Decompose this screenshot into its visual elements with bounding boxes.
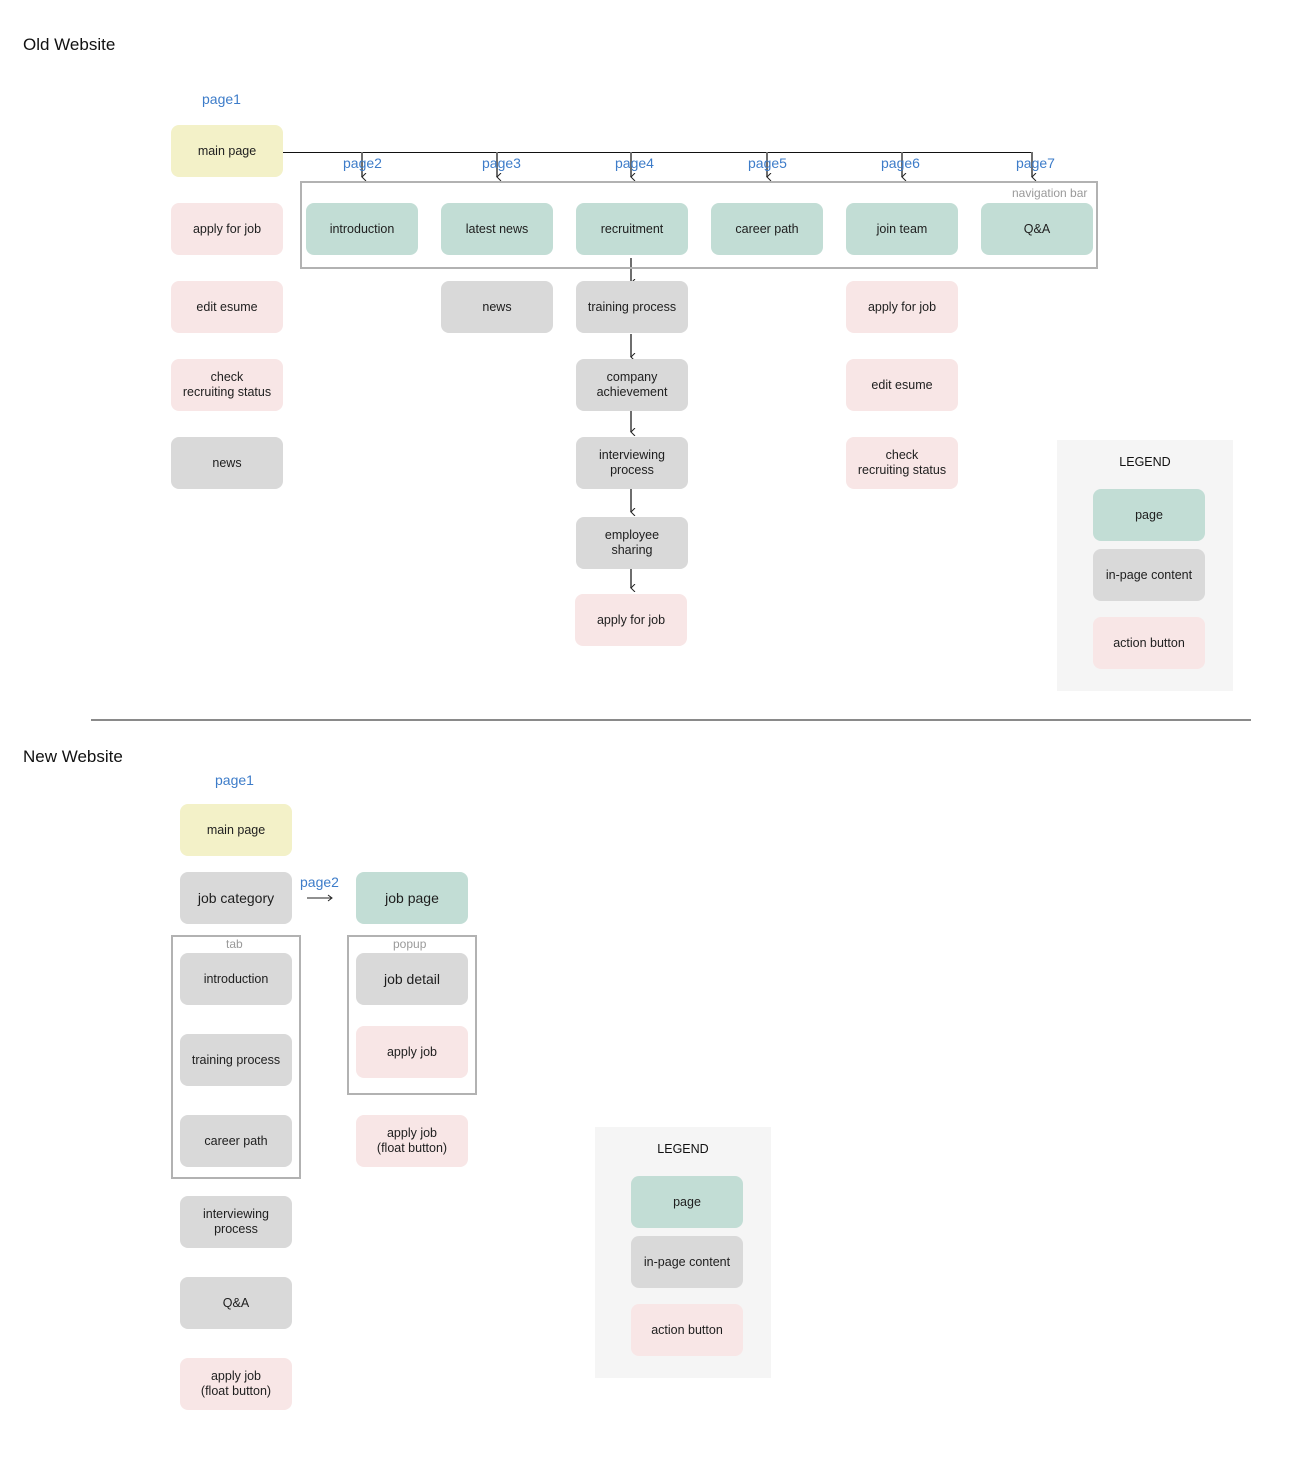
nav-career-path-node[interactable]: career path	[711, 203, 823, 255]
nav-join-team-node[interactable]: join team	[846, 203, 958, 255]
page5-label: page5	[748, 155, 787, 171]
tab-introduction-node[interactable]: introduction	[180, 953, 292, 1005]
page1-label: page1	[202, 91, 241, 107]
main-float-apply-button-node[interactable]: apply job (float button)	[180, 1358, 292, 1410]
page7-label: page7	[1016, 155, 1055, 171]
navigation-bar-label: navigation bar	[1012, 186, 1088, 200]
new-legend: LEGEND page in-page content action butto…	[595, 1127, 771, 1378]
tab-career-path-node[interactable]: career path	[180, 1115, 292, 1167]
latest-news-news-node[interactable]: news	[441, 281, 553, 333]
page3-label: page3	[482, 155, 521, 171]
section-divider	[91, 719, 1251, 721]
old-main-page-node[interactable]: main page	[171, 125, 283, 177]
navigation-bar-group	[300, 181, 1098, 269]
job-category-node[interactable]: job category	[180, 872, 292, 924]
page2-label: page2	[343, 155, 382, 171]
job-page-float-apply-button-node[interactable]: apply job (float button)	[356, 1115, 468, 1167]
recruitment-training-process-node[interactable]: training process	[576, 281, 688, 333]
popup-job-detail-node[interactable]: job detail	[356, 953, 468, 1005]
old-legend-page: page	[1093, 489, 1205, 541]
join-team-check-status-node[interactable]: check recruiting status	[846, 437, 958, 489]
old-legend-action-button: action button	[1093, 617, 1205, 669]
join-team-edit-resume-node[interactable]: edit esume	[846, 359, 958, 411]
new-page2-label: page2	[300, 874, 339, 890]
old-legend-title: LEGEND	[1119, 455, 1171, 469]
new-page1-label: page1	[215, 772, 254, 788]
new-website-title: New Website	[23, 747, 123, 766]
old-main-apply-node[interactable]: apply for job	[171, 203, 283, 255]
tab-training-process-node[interactable]: training process	[180, 1034, 292, 1086]
job-page-node[interactable]: job page	[356, 872, 468, 924]
old-legend: LEGEND page in-page content action butto…	[1057, 440, 1233, 691]
new-legend-page: page	[631, 1176, 743, 1228]
old-main-edit-resume-node[interactable]: edit esume	[171, 281, 283, 333]
popup-group-label: popup	[393, 937, 427, 951]
tab-group-label: tab	[226, 937, 243, 951]
recruitment-apply-node[interactable]: apply for job	[575, 594, 687, 646]
join-team-apply-node[interactable]: apply for job	[846, 281, 958, 333]
old-main-news-node[interactable]: news	[171, 437, 283, 489]
new-interviewing-process-node[interactable]: interviewing process	[180, 1196, 292, 1248]
nav-recruitment-node[interactable]: recruitment	[576, 203, 688, 255]
popup-apply-job-node[interactable]: apply job	[356, 1026, 468, 1078]
old-main-check-status-node[interactable]: check recruiting status	[171, 359, 283, 411]
new-qa-node[interactable]: Q&A	[180, 1277, 292, 1329]
nav-latest-news-node[interactable]: latest news	[441, 203, 553, 255]
recruitment-employee-sharing-node[interactable]: employee sharing	[576, 517, 688, 569]
new-legend-title: LEGEND	[657, 1142, 709, 1156]
recruitment-company-achievement-node[interactable]: company achievement	[576, 359, 688, 411]
new-legend-action-button: action button	[631, 1304, 743, 1356]
recruitment-interviewing-process-node[interactable]: interviewing process	[576, 437, 688, 489]
nav-qa-node[interactable]: Q&A	[981, 203, 1093, 255]
old-website-title: Old Website	[23, 35, 116, 54]
new-legend-in-page-content: in-page content	[631, 1236, 743, 1288]
nav-introduction-node[interactable]: introduction	[306, 203, 418, 255]
page6-label: page6	[881, 155, 920, 171]
old-legend-in-page-content: in-page content	[1093, 549, 1205, 601]
page4-label: page4	[615, 155, 654, 171]
new-main-page-node[interactable]: main page	[180, 804, 292, 856]
